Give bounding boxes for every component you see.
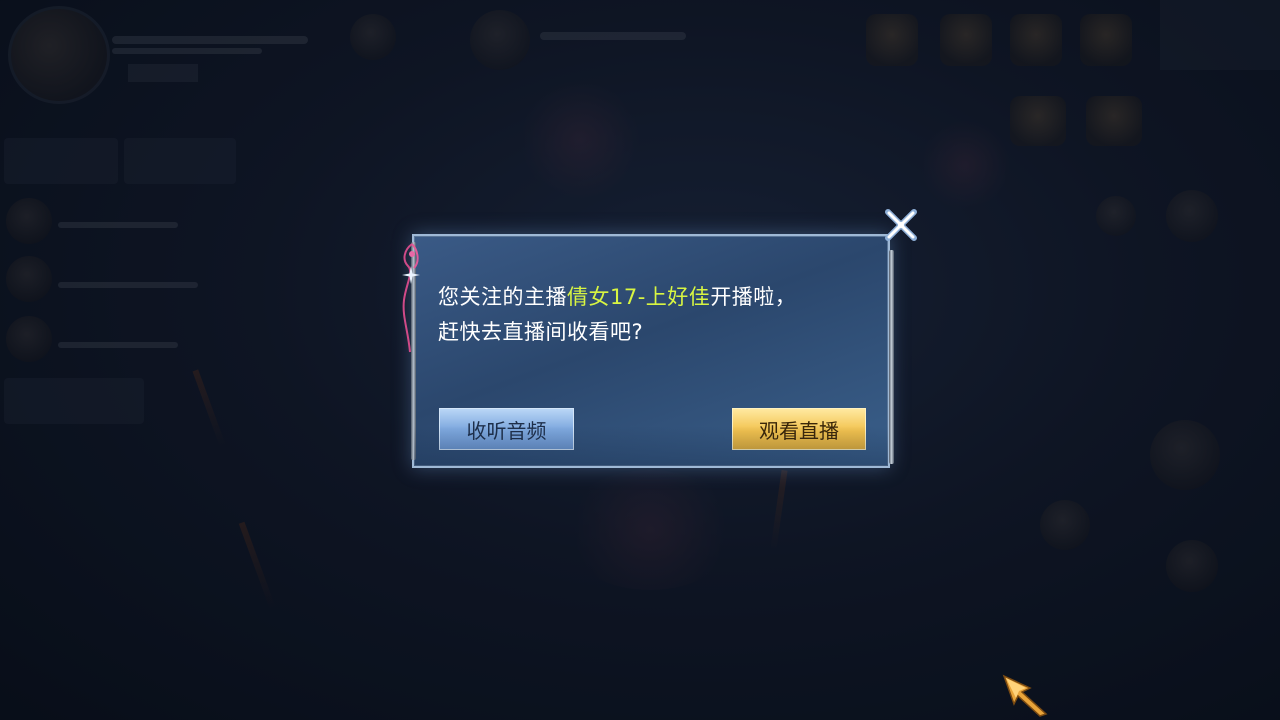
message-suffix: 开播啦， xyxy=(710,285,797,309)
live-stream-notification-dialog: 您关注的主播倩女17-上好佳开播啦， 赶快去直播间收看吧? 收听音频 观看直播 xyxy=(402,234,894,468)
watch-live-button[interactable]: 观看直播 xyxy=(732,408,866,450)
sparkle-icon xyxy=(402,266,420,284)
ribbon-icon xyxy=(402,243,419,353)
message-prefix: 您关注的主播 xyxy=(438,285,567,309)
notification-message: 您关注的主播倩女17-上好佳开播啦， 赶快去直播间收看吧? xyxy=(438,280,878,350)
game-screen: 您关注的主播倩女17-上好佳开播啦， 赶快去直播间收看吧? 收听音频 观看直播 xyxy=(0,0,1280,720)
message-line-2: 赶快去直播间收看吧? xyxy=(438,320,644,344)
streamer-name[interactable]: 倩女17-上好佳 xyxy=(567,285,710,309)
listen-audio-button[interactable]: 收听音频 xyxy=(439,408,574,450)
scroll-rod-right xyxy=(889,250,894,464)
close-icon[interactable] xyxy=(884,208,918,242)
cursor-arrow-icon xyxy=(1002,674,1048,717)
